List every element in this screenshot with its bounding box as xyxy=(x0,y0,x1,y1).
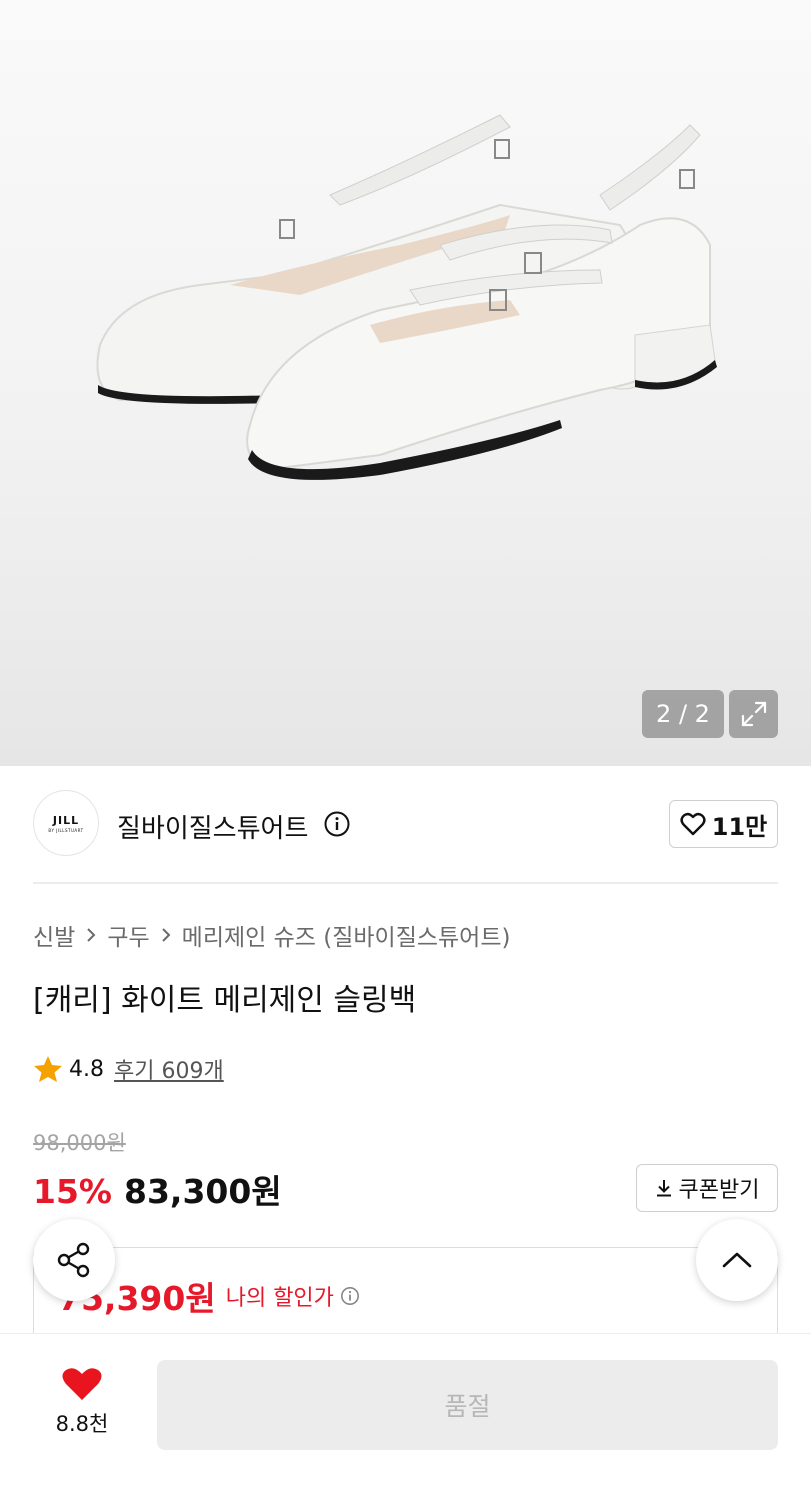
star-icon xyxy=(34,1056,62,1082)
share-icon xyxy=(57,1242,90,1278)
rating-score: 4.8 xyxy=(69,1056,104,1082)
brand-like-button[interactable]: 11만 xyxy=(669,800,778,848)
discount-rate: 15% xyxy=(33,1172,112,1211)
heart-icon xyxy=(62,1368,102,1400)
product-image[interactable]: 2 / 2 xyxy=(0,0,811,766)
rating-row: 4.8 후기 609개 xyxy=(33,1053,224,1085)
brand-like-count: 11만 xyxy=(711,812,768,841)
brand-logo[interactable]: JILL BY JILLSTUART xyxy=(33,790,99,856)
my-price-label: 나의 할인가 xyxy=(225,1286,334,1311)
product-title: [캐리] 화이트 메리제인 슬링백 xyxy=(33,983,417,1018)
download-icon xyxy=(656,1180,671,1197)
coupon-button[interactable]: 쿠폰받기 xyxy=(636,1164,778,1212)
coupon-label: 쿠폰받기 xyxy=(678,1178,760,1203)
brand-row: JILL BY JILLSTUART 질바이질스튜어트 11만 xyxy=(33,790,778,856)
expand-button[interactable] xyxy=(729,690,778,738)
info-icon[interactable] xyxy=(323,810,351,842)
breadcrumb: 신발 구두 메리제인 슈즈 (질바이질스튜어트) xyxy=(33,918,510,952)
original-price: 98,000원 xyxy=(33,1131,126,1155)
wish-button[interactable]: 8.8천 xyxy=(42,1366,122,1438)
sale-price: 83,300원 xyxy=(124,1172,282,1211)
soldout-button[interactable]: 품절 xyxy=(157,1360,778,1450)
image-counter: 2 / 2 xyxy=(642,690,724,738)
shoes-illustration xyxy=(96,114,717,480)
bottom-bar: 8.8천 품절 xyxy=(0,1333,811,1500)
breadcrumb-item[interactable]: 구두 xyxy=(107,918,149,952)
chevron-up-icon xyxy=(722,1252,752,1268)
breadcrumb-item[interactable]: 신발 xyxy=(33,918,75,952)
info-icon[interactable] xyxy=(340,1286,360,1306)
heart-outline-icon xyxy=(680,812,706,836)
divider xyxy=(33,882,778,884)
expand-icon xyxy=(741,701,766,727)
reviews-link[interactable]: 후기 609개 xyxy=(114,1053,224,1085)
brand-logo-subtext: BY JILLSTUART xyxy=(48,827,84,833)
chevron-right-icon xyxy=(85,926,97,944)
brand-name[interactable]: 질바이질스튜어트 xyxy=(117,808,308,845)
wish-count: 8.8천 xyxy=(55,1412,109,1436)
breadcrumb-item[interactable]: 메리제인 슈즈 (질바이질스튜어트) xyxy=(182,918,511,952)
scroll-top-button[interactable] xyxy=(696,1219,778,1301)
share-button[interactable] xyxy=(33,1219,115,1301)
price-row: 15% 83,300원 xyxy=(33,1165,282,1213)
chevron-right-icon xyxy=(160,926,172,944)
brand-logo-text: JILL xyxy=(52,813,80,827)
